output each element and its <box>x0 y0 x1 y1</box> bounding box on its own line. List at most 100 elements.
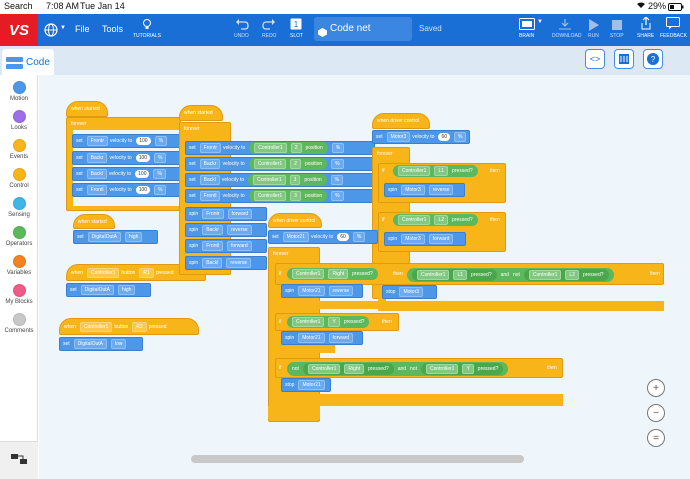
when-started-hat[interactable]: when started <box>179 105 223 121</box>
unit-dropdown[interactable]: % <box>331 191 344 201</box>
button-dropdown[interactable]: L1 <box>453 270 468 280</box>
motor-dropdown[interactable]: Backl <box>86 169 107 179</box>
button-dropdown[interactable]: R1 <box>139 267 154 278</box>
controller-dropdown[interactable]: Controller1 <box>253 175 286 185</box>
set-position-block[interactable]: set Frontl velocity to Controller1 3 position… <box>185 189 375 203</box>
motor-dropdown[interactable]: Motor3 <box>399 287 424 297</box>
category-control[interactable]: Control <box>0 168 38 189</box>
category-looks[interactable]: Looks <box>0 110 38 131</box>
category-my-blocks[interactable]: My Blocks <box>0 284 38 305</box>
motor-dropdown[interactable]: Frontl <box>86 185 108 195</box>
spin-block[interactable]: spin Backr reverse <box>185 223 267 237</box>
motor-dropdown[interactable]: Frontl <box>199 191 221 201</box>
category-sensing[interactable]: Sensing <box>0 197 38 218</box>
state-dropdown[interactable]: low <box>110 339 127 349</box>
button-dropdown[interactable]: Y <box>462 364 474 374</box>
code-workspace[interactable]: when started forever set Frontr velocity t… <box>39 75 690 479</box>
controller-pressed-condition[interactable]: Controller1 L2 pressed? <box>523 269 609 281</box>
state-dropdown[interactable]: high <box>124 232 143 242</box>
set-velocity-block[interactable]: set Backl velocity to 100% <box>72 167 185 181</box>
controller-dropdown[interactable]: Controller1 <box>307 364 341 374</box>
spin-block[interactable]: spin Motor3 reverse <box>384 183 465 197</box>
set-position-block[interactable]: set Backl velocity to Controller1 3 position% <box>185 173 375 187</box>
spin-block[interactable]: spin Frontl forward <box>185 239 267 253</box>
controller-dropdown[interactable]: Controller1 <box>398 166 431 176</box>
category-comments[interactable]: Comments <box>0 313 38 334</box>
category-motion[interactable]: Motion <box>0 81 38 102</box>
set-velocity-block[interactable]: set Frontl velocity to 100% <box>72 183 185 197</box>
direction-dropdown[interactable]: forward <box>226 241 252 251</box>
controller-position-reporter[interactable]: Controller1 3 position <box>248 174 327 186</box>
motor-dropdown[interactable]: Frontl <box>202 241 223 251</box>
velocity-input[interactable]: 100 <box>135 170 150 178</box>
unit-dropdown[interactable]: % <box>331 143 345 153</box>
set-digital-out-block[interactable]: set DigitalOutA low <box>59 337 143 351</box>
axis-dropdown[interactable]: 3 <box>290 191 301 201</box>
zoom-in-button[interactable]: + <box>647 379 665 397</box>
set-digital-out-block[interactable]: set DigitalOutA high <box>66 283 151 297</box>
category-operators[interactable]: Operators <box>0 226 38 247</box>
unit-dropdown[interactable]: % <box>454 132 467 142</box>
motor-dropdown[interactable]: Backl <box>199 175 220 185</box>
button-dropdown[interactable]: R2 <box>132 321 147 332</box>
motor-dropdown[interactable]: Backr <box>199 159 221 169</box>
motor-dropdown[interactable]: Motor21 <box>298 286 325 296</box>
set-digital-out-block[interactable]: set DigitalOutA high <box>73 230 158 244</box>
button-dropdown[interactable]: Right <box>344 364 365 374</box>
controller-position-reporter[interactable]: Controller1 2 position <box>249 142 328 154</box>
zoom-reset-button[interactable]: = <box>647 429 665 447</box>
controller-dropdown[interactable]: Controller1 <box>398 215 431 225</box>
controller-dropdown[interactable]: Controller1 <box>253 191 287 201</box>
spin-block[interactable]: spin Motor21 forward <box>281 331 363 345</box>
category-variables[interactable]: Variables <box>0 255 38 276</box>
motor-dropdown[interactable]: Frontr <box>199 143 222 153</box>
unit-dropdown[interactable]: % <box>330 175 344 185</box>
controller-pressed-condition[interactable]: Controller1 L2 pressed? <box>393 214 478 226</box>
controller-dropdown[interactable]: Controller1 <box>253 159 287 169</box>
port-dropdown[interactable]: DigitalOutA <box>87 232 121 242</box>
when-button-pressed-hat[interactable]: when Controller1 button R2 pressed <box>59 318 199 335</box>
file-menu[interactable]: File <box>75 24 90 34</box>
project-name-field[interactable]: Code net <box>314 17 412 41</box>
motor-dropdown[interactable]: Backl <box>202 258 223 268</box>
tab-code[interactable]: Code <box>2 49 54 75</box>
unit-dropdown[interactable]: % <box>352 232 366 242</box>
zoom-out-button[interactable]: − <box>647 404 665 422</box>
motor-dropdown[interactable]: Motor21 <box>298 333 325 343</box>
velocity-input[interactable]: 100 <box>135 186 151 194</box>
stop-motor-block[interactable]: stop Motor3 <box>382 285 437 299</box>
set-position-block[interactable]: set Backr velocity to Controller1 2 position% <box>185 157 375 171</box>
set-velocity-block[interactable]: set Motor21 velocity to 60% <box>268 230 378 244</box>
unit-dropdown[interactable]: % <box>154 153 167 163</box>
controller-pressed-condition[interactable]: Controller1 L1 pressed? <box>412 269 497 281</box>
controller-dropdown[interactable]: Controller1 <box>292 269 325 279</box>
if-block[interactable]: if Controller1 Ypressed? then <box>275 313 399 331</box>
help-button[interactable]: ? <box>643 49 663 69</box>
controller-pressed-condition[interactable]: Controller1 Ypressed? <box>420 363 504 375</box>
controller-pressed-condition[interactable]: Controller1 Right pressed? <box>287 268 378 280</box>
direction-dropdown[interactable]: reverse <box>226 258 252 268</box>
and-condition[interactable]: not Controller1 Right pressed? and not Control… <box>287 362 509 376</box>
when-driver-control-hat[interactable]: when driver control <box>268 213 322 228</box>
motor-dropdown[interactable]: Motor3 <box>401 185 425 195</box>
button-dropdown[interactable]: L2 <box>565 270 579 280</box>
controller-position-reporter[interactable]: Controller1 3 position <box>248 190 328 202</box>
state-dropdown[interactable]: high <box>117 285 136 295</box>
velocity-input[interactable]: 60 <box>438 133 451 141</box>
controller-dropdown[interactable]: Controller1 <box>79 321 113 332</box>
button-dropdown[interactable]: Y <box>328 317 340 327</box>
motor-dropdown[interactable]: Motor3 <box>386 132 411 142</box>
motor-dropdown[interactable]: Backr <box>86 153 108 163</box>
spin-block[interactable]: spin Frontr forward <box>185 207 267 221</box>
set-velocity-block[interactable]: set Frontr velocity to 100% <box>72 134 185 148</box>
direction-dropdown[interactable]: reverse <box>226 225 252 235</box>
port-dropdown[interactable]: DigitalOutA <box>80 285 114 295</box>
direction-dropdown[interactable]: forward <box>328 333 354 343</box>
button-dropdown[interactable]: Right <box>328 269 349 279</box>
devices-button[interactable] <box>614 49 634 69</box>
motor-dropdown[interactable]: Motor21 <box>282 232 310 242</box>
direction-dropdown[interactable]: forward <box>428 234 454 244</box>
if-block[interactable]: if Controller1 Right pressed? then Control… <box>275 263 664 285</box>
controller-dropdown[interactable]: Controller1 <box>425 364 459 374</box>
horizontal-scrollbar[interactable] <box>191 455 524 463</box>
